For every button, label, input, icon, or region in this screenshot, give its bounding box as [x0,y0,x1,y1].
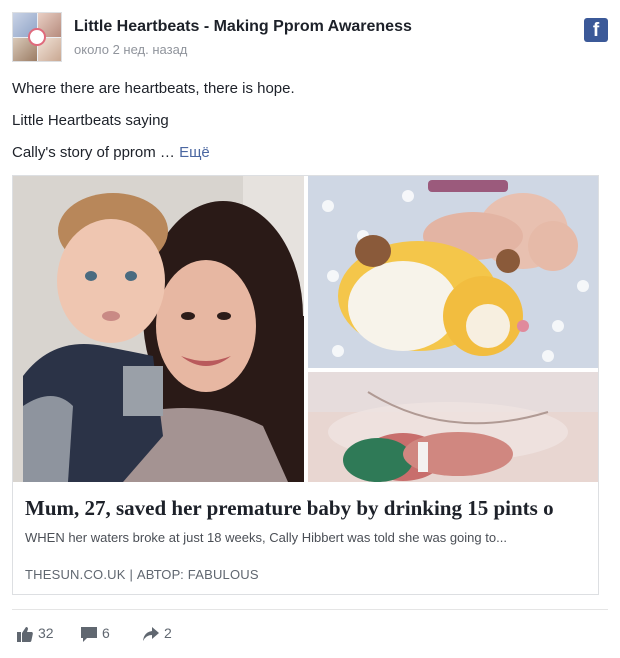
post-text-line: Cally's story of pprom … Ещё [12,144,210,161]
link-preview-images[interactable] [13,176,598,482]
facebook-icon[interactable]: f [584,18,608,42]
share-arrow-icon [143,627,159,641]
share-count: 2 [164,625,172,641]
link-description: WHEN her waters broke at just 18 weeks, … [25,530,507,545]
footer-divider [12,609,608,610]
link-source: THESUN.CO.UK | АВТОР: FABULOUS [25,567,259,582]
facebook-post: Little Heartbeats - Making Pprom Awarene… [0,0,620,658]
post-timestamp[interactable]: около 2 нед. назад [74,42,187,57]
comment-count: 6 [102,625,110,641]
mother-and-child-photo [13,176,304,482]
page-name-link[interactable]: Little Heartbeats - Making Pprom Awarene… [74,18,412,36]
baby-in-incubator-photo [308,372,598,482]
baby-with-toy-photo [308,176,598,368]
post-text-line: Where there are heartbeats, there is hop… [12,80,295,97]
page-avatar[interactable] [12,12,62,62]
see-more-link[interactable]: Ещё [179,144,210,161]
thumbs-up-icon [17,627,33,642]
post-text-line: Little Heartbeats saying [12,112,169,129]
avatar-heart-logo [28,28,46,46]
post-header: Little Heartbeats - Making Pprom Awarene… [12,12,608,66]
link-preview-card[interactable]: Mum, 27, saved her premature baby by dri… [12,175,599,595]
like-count: 32 [38,625,54,641]
post-text-truncated: Cally's story of pprom … [12,144,175,161]
link-title[interactable]: Mum, 27, saved her premature baby by dri… [25,496,597,521]
comment-icon [81,627,97,642]
